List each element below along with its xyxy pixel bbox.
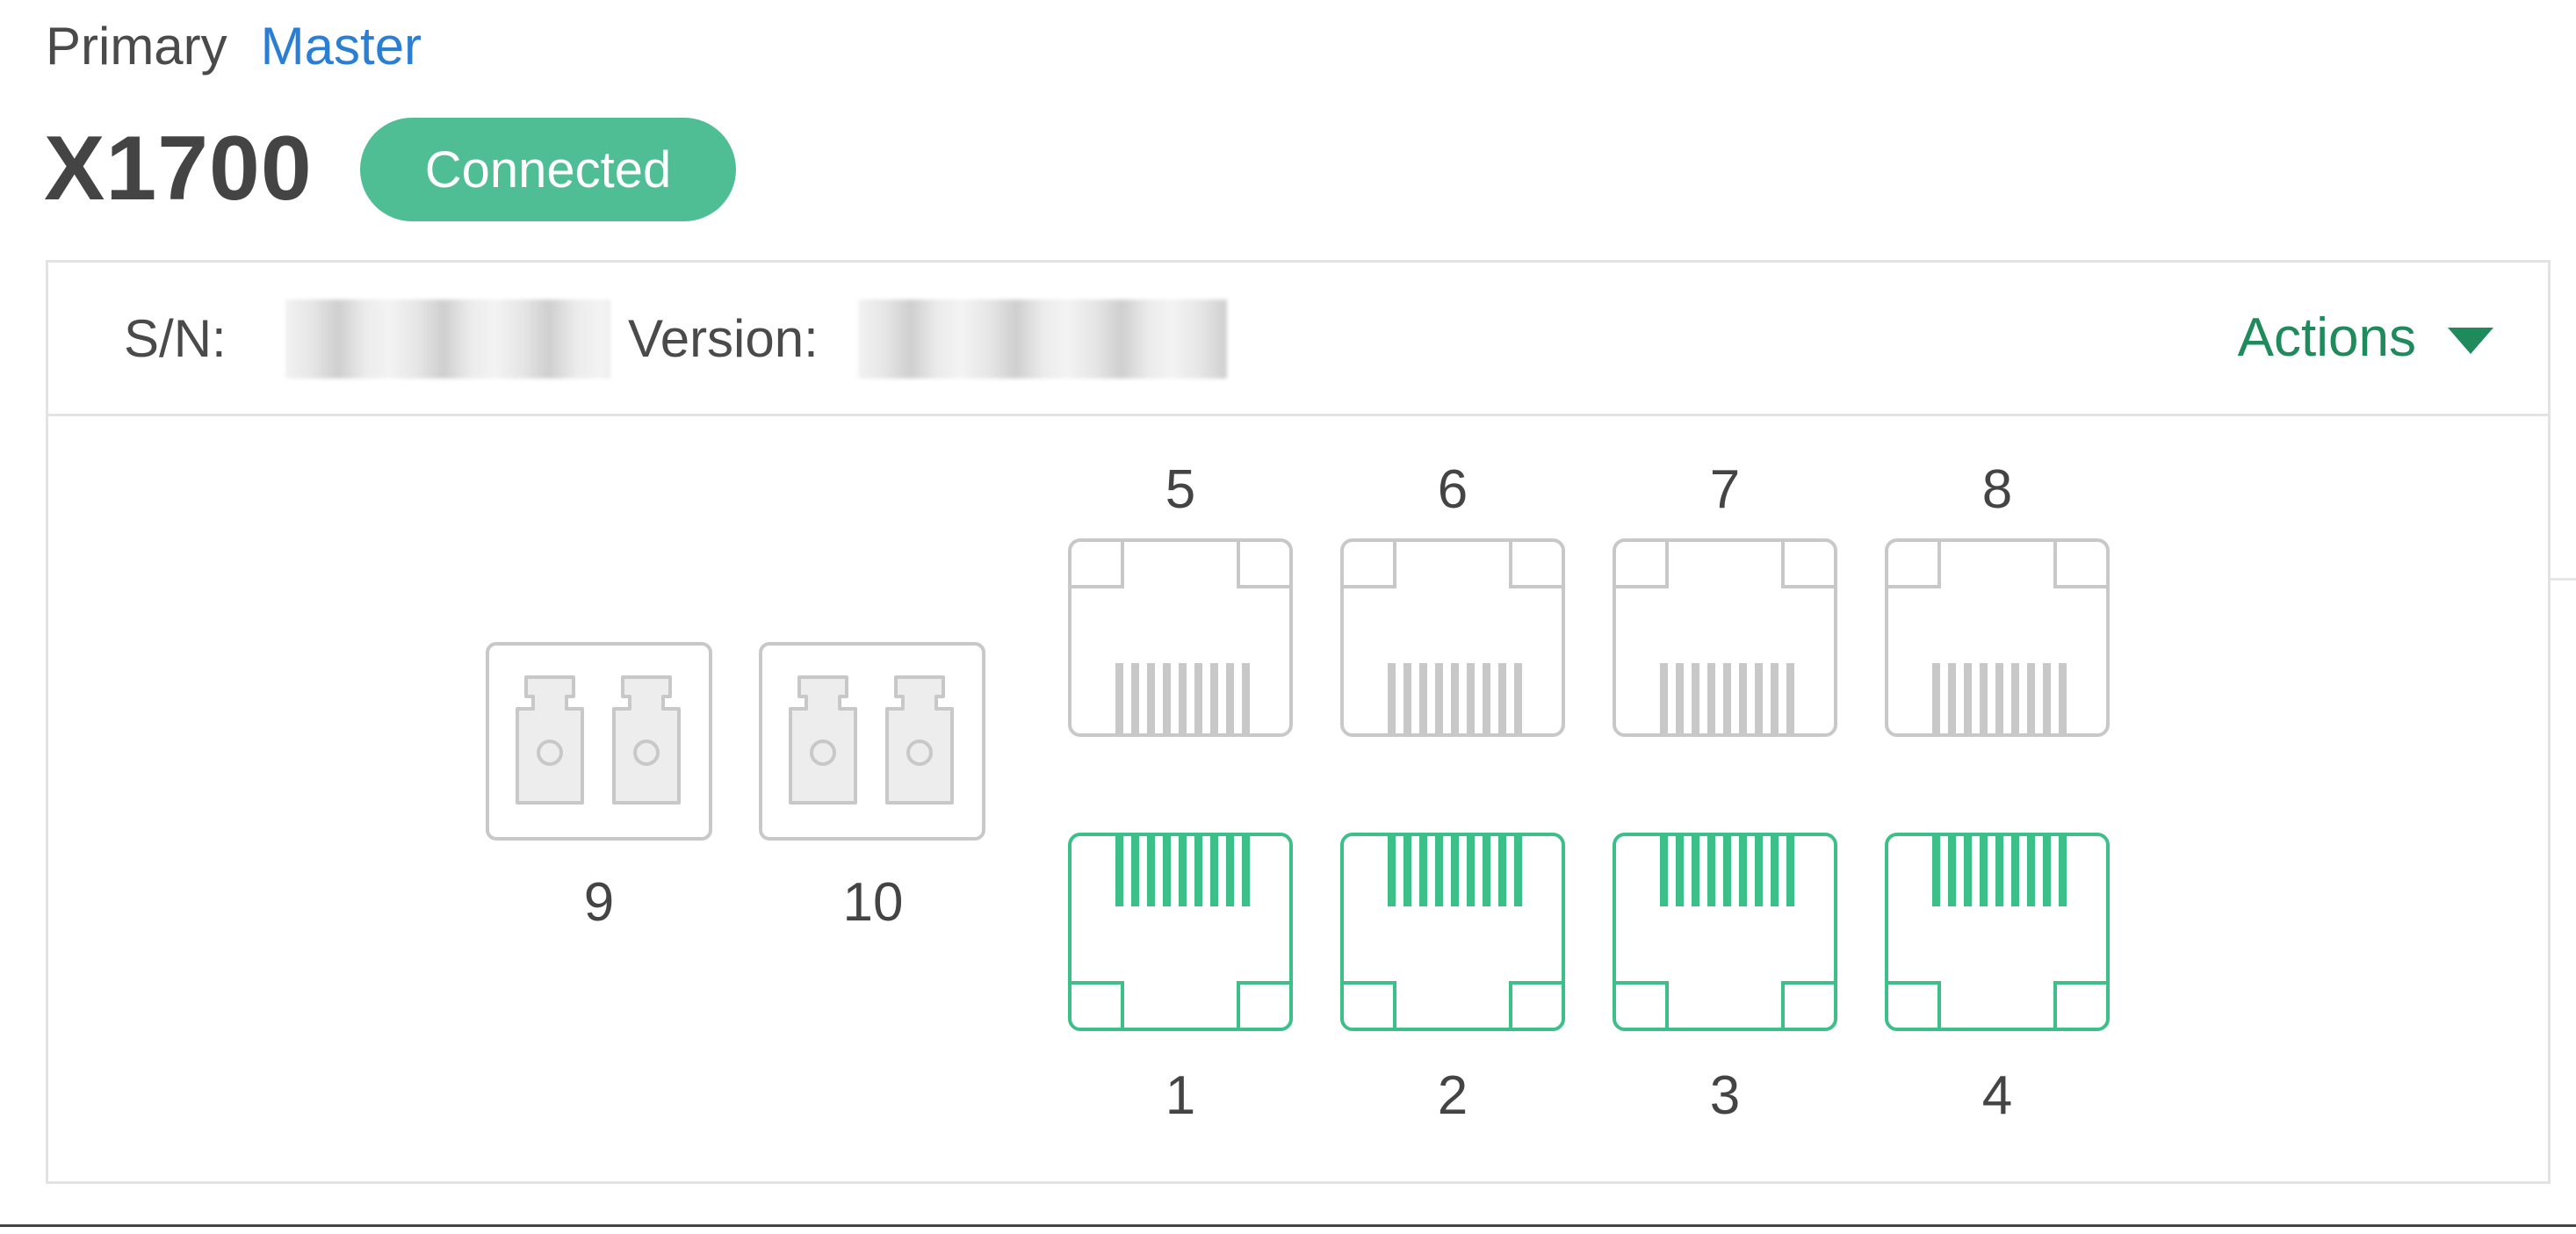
ethernet-port-icon [1613,833,1837,1031]
side-divider [2551,578,2576,581]
ethernet-port-icon [1340,538,1565,737]
sfp-port-9[interactable] [486,642,712,841]
serial-number-label: S/N: [124,309,227,368]
sfp-port-icon [759,642,985,841]
port-label-9: 9 [583,872,615,933]
ethernet-port-icon [1340,833,1565,1031]
device-model-title: X1700 [44,118,313,220]
ethernet-port-2[interactable] [1340,833,1565,1031]
port-label-7: 7 [1709,459,1741,520]
ethernet-port-1[interactable] [1068,833,1293,1031]
port-label-4: 4 [1981,1065,2013,1126]
version-label: Version: [628,309,819,368]
port-label-3: 3 [1709,1065,1741,1126]
ethernet-port-icon [1068,833,1293,1031]
role-line: Primary Master [46,16,422,76]
ethernet-port-icon [1613,538,1837,737]
port-label-8: 8 [1981,459,2013,520]
device-card: S/N: Version: Actions [46,260,2551,1184]
bottom-divider [0,1224,2576,1227]
actions-dropdown[interactable]: Actions [2238,307,2493,369]
ethernet-port-8[interactable] [1885,538,2110,737]
ethernet-port-icon [1885,833,2110,1031]
ethernet-port-icon [1885,538,2110,737]
ethernet-port-6[interactable] [1340,538,1565,737]
caret-down-icon [2448,327,2493,354]
port-label-2: 2 [1437,1065,1468,1126]
ethernet-port-5[interactable] [1068,538,1293,737]
port-label-1: 1 [1165,1065,1196,1126]
version-redacted [858,299,1227,379]
ethernet-port-7[interactable] [1613,538,1837,737]
actions-label: Actions [2237,307,2416,368]
port-label-6: 6 [1437,459,1468,520]
sfp-port-10[interactable] [759,642,985,841]
ethernet-port-3[interactable] [1613,833,1837,1031]
status-badge: Connected [360,118,736,221]
sfp-port-icon [486,642,712,841]
ethernet-port-4[interactable] [1885,833,2110,1031]
ethernet-port-icon [1068,538,1293,737]
serial-number-redacted [285,299,610,379]
port-label-10: 10 [842,872,904,933]
role-master-link[interactable]: Master [261,17,422,76]
card-header: S/N: Version: Actions [48,263,2548,416]
role-primary-label: Primary [46,17,227,76]
port-label-5: 5 [1165,459,1196,520]
